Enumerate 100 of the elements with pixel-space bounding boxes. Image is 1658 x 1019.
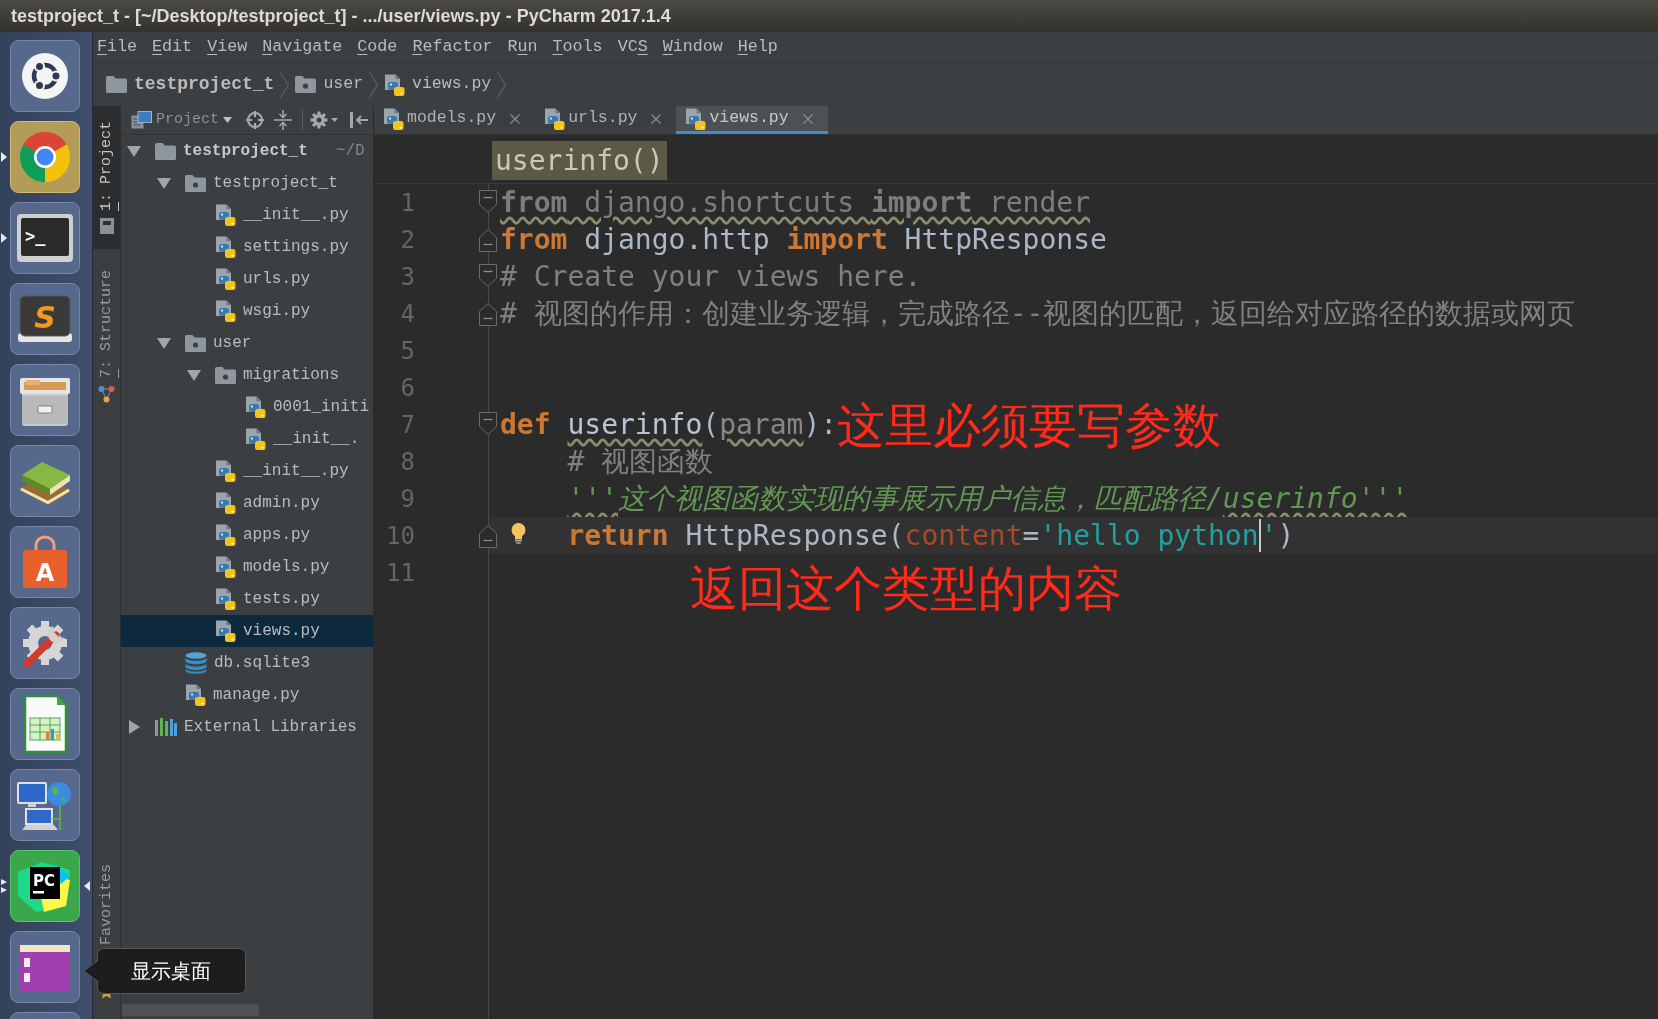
- window-icon[interactable]: [10, 931, 80, 1003]
- folder-icon: [155, 142, 176, 160]
- close-icon[interactable]: [510, 113, 521, 124]
- caret-down-icon[interactable]: [127, 145, 141, 157]
- tree-item[interactable]: 0001_initi: [121, 391, 373, 423]
- line-number: 11: [385, 560, 415, 585]
- menu-item[interactable]: Navigate: [262, 38, 343, 56]
- python-file-icon: [685, 107, 707, 130]
- line-number: 7: [399, 412, 415, 437]
- code-line: from django.http import HttpResponse: [500, 225, 1107, 254]
- spreadsheet-icon[interactable]: [10, 688, 80, 760]
- caret-right-icon[interactable]: [128, 720, 140, 734]
- lightbulb-icon[interactable]: [511, 523, 526, 544]
- python-file-icon: [544, 107, 566, 130]
- chevron-icon: [369, 71, 379, 98]
- scrollbar-thumb[interactable]: [122, 1004, 259, 1016]
- tree-item[interactable]: models.py: [121, 551, 373, 583]
- menu-item[interactable]: Run: [507, 38, 538, 56]
- menu-item[interactable]: Edit: [152, 38, 193, 56]
- tree-item[interactable]: user: [121, 327, 373, 359]
- caret-down-icon: [223, 117, 232, 123]
- tool-window-tab[interactable]: 7: Structure: [93, 255, 120, 419]
- gear-wrench-icon[interactable]: [10, 607, 80, 679]
- tree-item[interactable]: migrations: [121, 359, 373, 391]
- shopping-bag-icon[interactable]: A: [10, 526, 80, 598]
- tree-item[interactable]: External Libraries: [121, 711, 373, 743]
- function-breadcrumb[interactable]: userinfo(): [492, 141, 667, 180]
- tree-item[interactable]: wsgi.py: [121, 295, 373, 327]
- close-icon[interactable]: [651, 113, 662, 124]
- menu-item[interactable]: VCS: [617, 38, 648, 56]
- python-file-icon: [215, 300, 236, 322]
- menu-item[interactable]: Refactor: [412, 38, 493, 56]
- view-dropdown[interactable]: Project: [131, 108, 232, 132]
- caret-down-icon[interactable]: [157, 337, 171, 349]
- editor-tab[interactable]: urls.py: [535, 106, 677, 134]
- database-icon: [185, 652, 207, 674]
- fold-marker-icon[interactable]: [479, 190, 497, 213]
- fold-marker-icon[interactable]: [479, 264, 497, 287]
- tree-item[interactable]: views.py: [121, 615, 373, 647]
- menu-item[interactable]: Help: [737, 38, 778, 56]
- fold-marker-icon[interactable]: [479, 412, 497, 435]
- line-number: 1: [399, 190, 415, 215]
- editor-tab[interactable]: models.py: [374, 106, 536, 134]
- folder-icon: [106, 76, 127, 93]
- breadcrumb-item[interactable]: testproject_t: [106, 71, 275, 98]
- line-number: 6: [399, 375, 415, 400]
- annotation-text: 这里必须要写参数: [837, 400, 1222, 449]
- tree-item[interactable]: manage.py: [121, 679, 373, 711]
- tree-item[interactable]: urls.py: [121, 263, 373, 295]
- letter-tile-icon[interactable]: S: [10, 283, 80, 355]
- python-file-icon: [384, 73, 406, 96]
- tree-item[interactable]: __init__.py: [121, 455, 373, 487]
- caret-down-icon[interactable]: [157, 177, 171, 189]
- tooltip: 显示桌面: [83, 948, 246, 994]
- python-file-icon: [215, 620, 236, 642]
- window-list-icon: [131, 111, 152, 129]
- bar-left-arrow-icon[interactable]: [350, 112, 368, 128]
- breadcrumb-item[interactable]: views.py: [384, 72, 492, 97]
- terminal-icon[interactable]: >_: [10, 202, 80, 274]
- menu-item[interactable]: Tools: [552, 38, 603, 56]
- line-number: 9: [399, 486, 415, 511]
- tree-item[interactable]: __init__.: [121, 423, 373, 455]
- file-cabinet-icon[interactable]: [10, 364, 80, 436]
- window-title: testproject_t - [~/Desktop/testproject_t] - .../user/views.py - PyCharm 2017.1.4: [11, 4, 671, 28]
- menu-item[interactable]: File: [97, 38, 138, 56]
- line-number: 5: [399, 338, 415, 363]
- tool-window-tab[interactable]: 1: Project: [93, 106, 120, 250]
- menu-item[interactable]: Code: [357, 38, 398, 56]
- code-line: '''这个视图函数实现的事展示用户信息，匹配路径/userinfo''': [567, 484, 1409, 513]
- editor-tab[interactable]: views.py: [676, 106, 828, 134]
- tree-item[interactable]: db.sqlite3: [121, 647, 373, 679]
- app-tile-icon[interactable]: [10, 1012, 80, 1019]
- menu-item[interactable]: Window: [662, 38, 723, 56]
- tree-item[interactable]: apps.py: [121, 519, 373, 551]
- tree-item[interactable]: testproject_t ~/D: [121, 135, 373, 167]
- tree-item[interactable]: testproject_t: [121, 167, 373, 199]
- computers-globe-icon[interactable]: [10, 769, 80, 841]
- tree-item[interactable]: admin.py: [121, 487, 373, 519]
- python-file-icon: [215, 460, 236, 482]
- fold-marker-icon[interactable]: [479, 229, 497, 252]
- tree-item[interactable]: settings.py: [121, 231, 373, 263]
- python-file-icon: [215, 556, 236, 578]
- close-icon[interactable]: [802, 113, 813, 124]
- line-number: 4: [399, 301, 415, 326]
- ring-logo-icon[interactable]: [10, 40, 80, 112]
- python-file-icon: [383, 107, 404, 130]
- menu-item[interactable]: View: [207, 38, 248, 56]
- code-line: return HttpResponse(content='hello python'): [567, 521, 1295, 550]
- fold-marker-icon[interactable]: [479, 303, 497, 326]
- tree-item[interactable]: __init__.py: [121, 199, 373, 231]
- crosshair-icon[interactable]: [246, 111, 264, 129]
- path-hint: ~/D: [335, 141, 365, 162]
- collapse-icon[interactable]: [274, 110, 292, 130]
- books-icon[interactable]: [10, 445, 80, 517]
- line-number: 10: [385, 523, 415, 548]
- settings-icon[interactable]: [310, 111, 338, 129]
- caret-down-icon[interactable]: [187, 369, 201, 381]
- breadcrumb-item[interactable]: user: [295, 72, 364, 97]
- pc-logo-icon[interactable]: PC: [10, 850, 80, 922]
- tree-item[interactable]: tests.py: [121, 583, 373, 615]
